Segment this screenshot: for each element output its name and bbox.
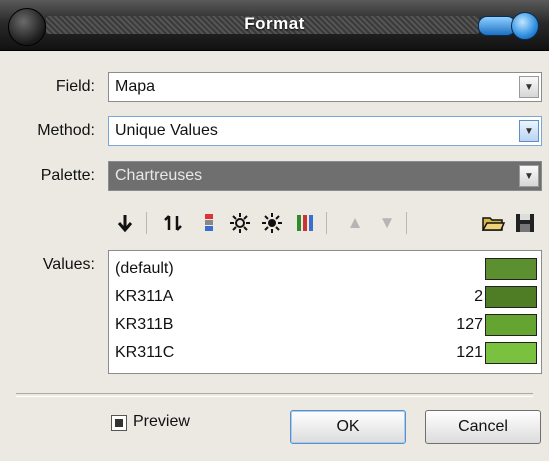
value-count: 2: [474, 288, 483, 305]
move-down-icon[interactable]: ▼: [374, 210, 400, 236]
chevron-down-icon[interactable]: ▼: [519, 76, 539, 98]
value-name: KR311B: [115, 316, 174, 333]
value-row[interactable]: (default): [115, 258, 537, 282]
value-count: 127: [456, 316, 483, 333]
toolbar-separator: [326, 212, 327, 234]
value-name: KR311C: [115, 344, 175, 361]
close-button[interactable]: [511, 12, 539, 40]
arrow-down-icon[interactable]: [112, 210, 138, 236]
open-folder-icon[interactable]: [480, 210, 506, 236]
field-value: Mapa: [115, 78, 156, 95]
color-ramp-icon[interactable]: [196, 210, 222, 236]
chevron-down-icon[interactable]: ▼: [519, 120, 539, 142]
method-label: Method:: [37, 122, 95, 139]
values-list[interactable]: (default) KR311A 2 KR311B 127 KR311C 121: [108, 250, 542, 374]
checkbox-mark: [115, 419, 123, 427]
color-swatch[interactable]: [485, 314, 537, 336]
move-up-icon[interactable]: ▲: [342, 210, 368, 236]
title-bar[interactable]: Format: [0, 0, 549, 51]
cancel-button[interactable]: Cancel: [425, 410, 541, 444]
value-row[interactable]: KR311B 127: [115, 314, 537, 338]
footer-divider: [16, 393, 533, 397]
refresh-icon[interactable]: [160, 210, 186, 236]
palette-select[interactable]: Chartreuses ▼: [108, 161, 542, 191]
toolbar-separator: [146, 212, 147, 234]
checkbox-box[interactable]: [111, 415, 127, 431]
method-value: Unique Values: [115, 122, 218, 139]
sun-plus-icon[interactable]: [228, 210, 254, 236]
values-toolbar: ▲ ▼: [108, 206, 542, 240]
palette-label: Palette:: [40, 167, 95, 184]
value-name: KR311A: [115, 288, 174, 305]
values-label: Values:: [42, 256, 95, 273]
field-label: Field:: [55, 78, 95, 95]
method-select[interactable]: Unique Values ▼: [108, 116, 542, 146]
color-swatch[interactable]: [485, 258, 537, 280]
sun-minus-icon[interactable]: [260, 210, 286, 236]
value-row[interactable]: KR311A 2: [115, 286, 537, 310]
toolbar-separator: [406, 212, 407, 234]
ok-button[interactable]: OK: [290, 410, 406, 444]
preview-label: Preview: [133, 413, 190, 430]
value-row[interactable]: KR311C 121: [115, 342, 537, 366]
palette-bars-icon[interactable]: [292, 210, 318, 236]
palette-value: Chartreuses: [115, 167, 203, 184]
field-select[interactable]: Mapa ▼: [108, 72, 542, 102]
color-swatch[interactable]: [485, 286, 537, 308]
window-title: Format: [244, 14, 305, 33]
chevron-down-icon[interactable]: ▼: [519, 165, 539, 187]
color-swatch[interactable]: [485, 342, 537, 364]
value-name: (default): [115, 260, 174, 277]
save-icon[interactable]: [512, 210, 538, 236]
value-count: 121: [456, 344, 483, 361]
